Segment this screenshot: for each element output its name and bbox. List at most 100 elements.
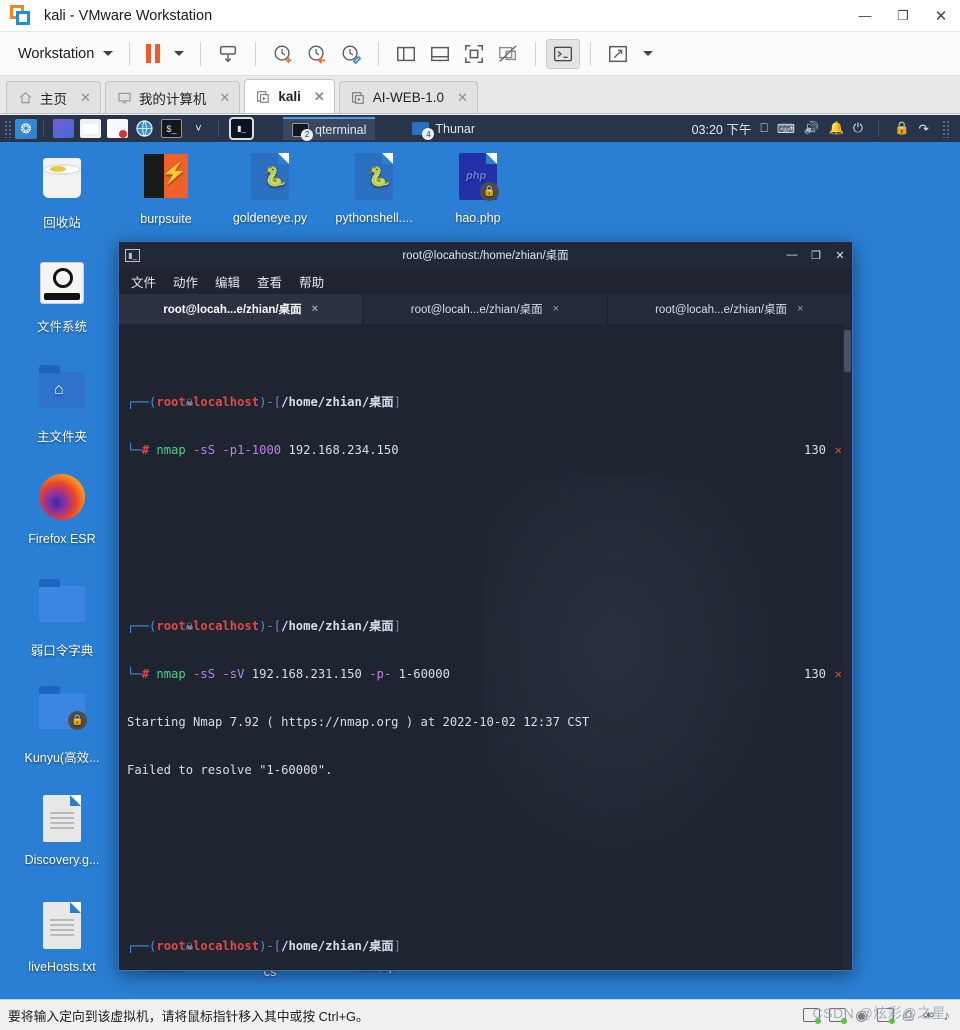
display-icon[interactable]: ⎕ [760,121,768,136]
terminal-tab-close-icon[interactable]: × [312,303,318,315]
desktop-icon-firefox-esr[interactable]: Firefox ESR [10,471,114,551]
terminal-tab-bar: root@locah...e/zhian/桌面 × root@locah...e… [119,294,852,324]
desktop-icon-recycle-bin[interactable]: 回收站 [10,150,114,235]
file-manager-icon[interactable] [80,119,101,138]
console-terminal-button[interactable] [546,38,581,69]
terminal-output-area[interactable]: ┌──(root☠localhost)-[/home/zhian/桌面] └─#… [119,324,852,970]
chevron-down-icon[interactable]: ˅ [188,119,209,138]
desktop-icon-burpsuite[interactable]: ⚡ burpsuite [114,150,218,231]
power-icon[interactable]: ⏻ [853,121,863,136]
snapshot-button[interactable] [211,39,245,69]
terminal-tab-1[interactable]: root@locah...e/zhian/桌面 × [119,294,364,324]
toolbar-divider [378,41,380,66]
lock-icon: 🔒 [68,711,87,730]
menu-file[interactable]: 文件 [131,272,156,291]
menu-actions[interactable]: 动作 [173,272,198,291]
unity-mode-button[interactable] [491,39,525,69]
text-editor-icon[interactable] [107,119,128,138]
prompt-sigil: # [141,443,150,457]
desktop-icon-label: 文件系统 [36,320,87,334]
terminal-tab-close-icon[interactable]: × [797,303,803,315]
lock-icon[interactable]: 🔒 [894,121,910,136]
desktop-icon-label: hao.php [452,210,504,227]
desktop-icon-livehosts-txt[interactable]: liveHosts.txt [10,899,114,979]
stretch-dropdown-button[interactable] [635,47,659,60]
python-file-icon: 🐍 [244,153,296,205]
clock[interactable]: 03:20 下午 [692,119,752,138]
prompt-skull-icon: ☠ [185,395,194,409]
volume-icon[interactable]: 🔊 [804,121,820,136]
tab-ai-web-1-0[interactable]: AI-WEB-1.0 ✕ [338,81,478,113]
desktop-icon-weak-password-dict[interactable]: 弱口令字典 [10,578,114,663]
desktop-icon-discovery[interactable]: Discovery.g... [10,792,114,872]
tab-my-computer[interactable]: 我的计算机 ✕ [104,81,241,113]
desktop-icon-hao-php[interactable]: php 🔒 hao.php [426,150,530,230]
terminal-title: root@locahost:/home/zhian/桌面 [402,250,569,262]
task-thunar[interactable]: 4 Thunar [403,117,484,140]
home-folder-icon: ⌂ [36,365,88,424]
task-badge: 2 [301,128,313,141]
pause-button[interactable] [140,40,166,67]
enter-fullscreen-button[interactable] [457,39,491,69]
tab-close-icon[interactable]: ✕ [219,90,230,106]
terminal-close-button[interactable]: ✕ [828,242,852,268]
desktop-icon-label: Firefox ESR [28,532,96,546]
show-console-view-button[interactable] [423,39,457,69]
bell-icon[interactable]: 🔔 [828,121,844,136]
prompt-skull-icon: ☠ [185,939,194,953]
logout-icon[interactable]: ↷ [919,121,929,136]
keyboard-icon[interactable]: ⌨ [777,121,795,136]
tab-label: AI-WEB-1.0 [372,90,445,105]
kali-dragon-menu-icon[interactable]: ❂ [15,118,37,139]
desktop-icon-goldeneye-py[interactable]: 🐍 goldeneye.py [218,150,322,230]
tab-close-icon[interactable]: ✕ [314,89,325,105]
guest-screen[interactable]: ❂ $_ ˅ ▮_ 2 qterminal 4 Thunar 03:20 下午 … [0,115,960,999]
tab-close-icon[interactable]: ✕ [80,90,91,106]
stretch-guest-button[interactable] [601,39,635,69]
show-library-button[interactable] [389,39,423,69]
menu-edit[interactable]: 编辑 [215,272,240,291]
prompt-host: localhost [193,939,260,953]
terminal-tab-3[interactable]: root@locah...e/zhian/桌面 × [607,294,852,324]
snapshot-icon [220,45,237,62]
folder-icon [36,579,88,638]
terminal-title-bar: ▮_ root@locahost:/home/zhian/桌面 — ❒ ✕ [119,242,852,268]
tab-home[interactable]: 主页 ✕ [6,81,101,113]
desktop-icon-filesystem[interactable]: 文件系统 [10,257,114,339]
menu-help[interactable]: 帮助 [299,272,324,291]
desktop-icon-pythonshell[interactable]: 🐍 pythonshell.... [322,150,426,230]
terminal-tab-2[interactable]: root@locah...e/zhian/桌面 × [363,294,608,324]
menu-view[interactable]: 查看 [257,272,282,291]
desktop-icon-label: goldeneye.py [232,211,308,225]
terminal-window[interactable]: ▮_ root@locahost:/home/zhian/桌面 — ❒ ✕ 文件… [118,241,853,971]
panel-drag-handle-icon[interactable] [942,119,950,138]
web-browser-icon[interactable] [134,119,155,138]
terminal-minimize-button[interactable]: — [780,242,804,268]
exit-mark-icon: ✕ [834,443,842,457]
maximize-button[interactable]: ❐ [884,0,922,31]
tab-label: kali [278,89,301,104]
take-snapshot-button[interactable] [266,39,300,69]
terminal-tab-close-icon[interactable]: × [553,303,559,315]
tab-kali[interactable]: kali ✕ [244,79,335,113]
vmware-logo-icon [10,4,32,27]
burpsuite-icon: ⚡ [140,154,192,206]
terminal-icon[interactable]: $_ [161,119,182,138]
toolbar-divider [535,41,537,66]
workstation-menu-button[interactable]: Workstation [12,42,119,66]
close-button[interactable]: ✕ [922,0,960,31]
workspace-switcher-icon[interactable] [53,119,74,138]
desktop-icon-kunyu[interactable]: 🔒 Kunyu(高效... [10,685,114,770]
manage-snapshots-button[interactable] [334,39,368,69]
tab-close-icon[interactable]: ✕ [457,90,468,106]
panel-drag-handle-icon[interactable] [4,119,12,138]
desktop-icon-home-folder[interactable]: ⌂ 主文件夹 [10,364,114,449]
terminal-maximize-button[interactable]: ❒ [804,242,828,268]
power-dropdown-button[interactable] [166,47,190,60]
revert-snapshot-button[interactable] [300,39,334,69]
minimize-button[interactable]: — [846,0,884,31]
terminal-window-icon[interactable]: ▮_ [229,117,254,140]
task-qterminal[interactable]: 2 qterminal [283,117,376,141]
